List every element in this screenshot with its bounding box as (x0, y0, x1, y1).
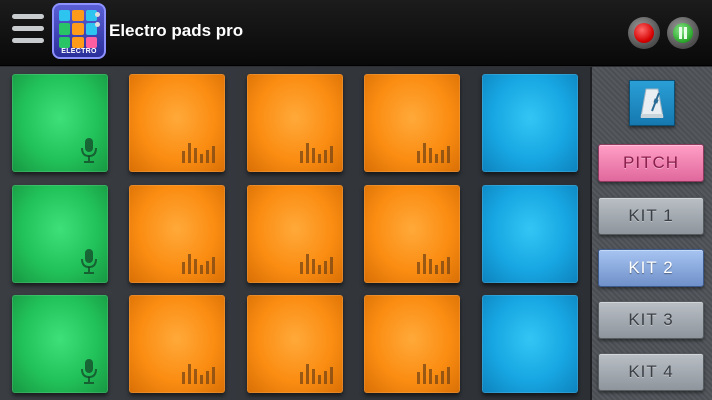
side-panel: PITCH KIT 1 KIT 2 KIT 3 KIT 4 (590, 67, 712, 400)
microphone-icon (81, 249, 97, 274)
app-logo: ELECTRO (52, 3, 106, 59)
app-logo-grid (59, 10, 97, 48)
pad-1[interactable] (12, 74, 108, 172)
metronome-button[interactable] (629, 80, 675, 126)
pad-grid (0, 67, 590, 400)
equalizer-icon (182, 252, 215, 274)
pad-4[interactable] (364, 74, 460, 172)
pad-2[interactable] (129, 74, 225, 172)
equalizer-icon (182, 362, 215, 384)
kit-3-button[interactable]: KIT 3 (598, 301, 704, 339)
microphone-icon (81, 359, 97, 384)
equalizer-icon (417, 141, 450, 163)
hamburger-menu-icon[interactable] (12, 14, 44, 52)
pad-10[interactable] (482, 185, 578, 283)
kit-2-button[interactable]: KIT 2 (598, 249, 704, 287)
kit-4-button[interactable]: KIT 4 (598, 353, 704, 391)
pad-13[interactable] (247, 295, 343, 393)
pad-5[interactable] (482, 74, 578, 172)
top-bar: ELECTRO Electro pads pro (0, 0, 712, 66)
pad-15[interactable] (482, 295, 578, 393)
microphone-icon (81, 138, 97, 163)
pitch-button[interactable]: PITCH (598, 144, 704, 182)
record-button[interactable] (628, 17, 660, 49)
pause-icon (679, 27, 687, 39)
app-logo-label: ELECTRO (61, 48, 97, 55)
kit-1-button[interactable]: KIT 1 (598, 197, 704, 235)
pad-9[interactable] (364, 185, 460, 283)
metronome-icon (640, 88, 664, 118)
pad-7[interactable] (129, 185, 225, 283)
equalizer-icon (417, 252, 450, 274)
equalizer-icon (417, 362, 450, 384)
equalizer-icon (182, 141, 215, 163)
app-logo-knobs (95, 12, 100, 32)
pad-12[interactable] (129, 295, 225, 393)
pad-6[interactable] (12, 185, 108, 283)
pad-14[interactable] (364, 295, 460, 393)
equalizer-icon (300, 141, 333, 163)
equalizer-icon (300, 362, 333, 384)
equalizer-icon (300, 252, 333, 274)
pause-button[interactable] (667, 17, 699, 49)
pad-8[interactable] (247, 185, 343, 283)
pad-3[interactable] (247, 74, 343, 172)
pad-11[interactable] (12, 295, 108, 393)
app-title: Electro pads pro (109, 21, 244, 40)
